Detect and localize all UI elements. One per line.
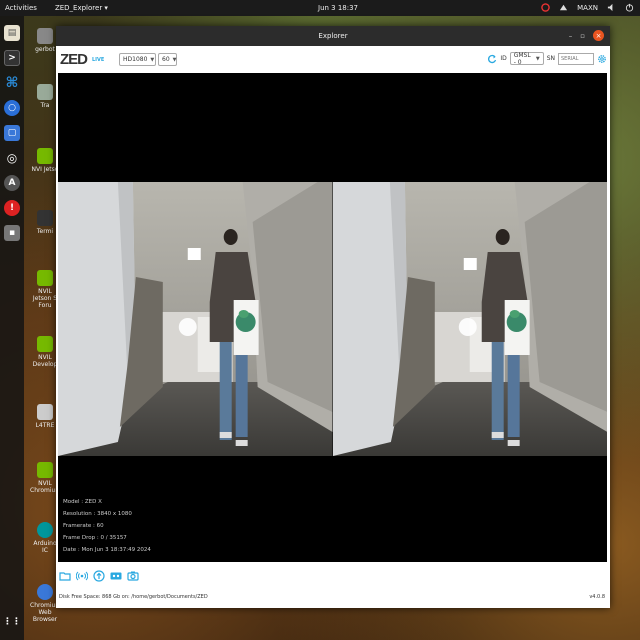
- system-tray: MAXN: [541, 2, 634, 14]
- folder-icon[interactable]: [59, 570, 71, 582]
- camera-id-select[interactable]: GMSL - 0 ▼: [509, 51, 544, 66]
- zed-logo: ZED: [60, 51, 88, 68]
- desktop-icon-label: Termi: [36, 228, 54, 235]
- info-model: Model : ZED X: [63, 499, 102, 505]
- resolution-value: HD1080: [123, 56, 148, 63]
- nvidia-icon[interactable]: [541, 2, 550, 14]
- left-camera-image: [58, 182, 333, 456]
- window-title: Explorer: [318, 32, 348, 40]
- refresh-icon[interactable]: [487, 54, 497, 64]
- dock: ▤ > ⌘ ○ ▢ ◎ A ! ▪ ⋮⋮: [0, 16, 24, 640]
- serial-number-input[interactable]: [558, 52, 594, 65]
- terminal-icon[interactable]: >: [4, 50, 20, 66]
- chevron-down-icon: ▼: [150, 56, 155, 63]
- info-date: Date : Mon Jun 3 18:37:49 2024: [63, 547, 151, 553]
- record-icon[interactable]: [110, 570, 122, 582]
- info-resolution: Resolution : 3840 x 1080: [63, 511, 132, 517]
- maximize-button[interactable]: ▫: [580, 32, 585, 40]
- version-label: v4.0.8: [589, 594, 605, 600]
- window-controls: – ▫ ×: [569, 30, 604, 41]
- screenshot-icon[interactable]: ▢: [4, 125, 20, 141]
- chromium-icon[interactable]: ○: [4, 100, 20, 116]
- broadcast-icon[interactable]: [76, 570, 88, 582]
- id-label: ID: [500, 55, 507, 62]
- power-icon[interactable]: [625, 3, 634, 14]
- gear-icon[interactable]: [597, 54, 607, 64]
- desktop-icon-label: Arduino IC: [33, 540, 57, 554]
- error-report-icon[interactable]: !: [4, 200, 20, 216]
- power-mode-label[interactable]: MAXN: [577, 4, 598, 12]
- network-icon[interactable]: [559, 3, 568, 14]
- chevron-down-icon: ▼: [172, 56, 177, 63]
- resolution-select[interactable]: HD1080 ▼: [119, 53, 156, 66]
- window-titlebar[interactable]: Explorer – ▫ ×: [56, 26, 610, 46]
- desktop-icon-label: gerbot: [35, 46, 55, 53]
- right-camera-image: [332, 182, 607, 456]
- desktop-icon-label: L4TRE: [35, 422, 55, 429]
- close-button[interactable]: ×: [593, 30, 604, 41]
- fps-select[interactable]: 60 ▼: [158, 53, 177, 66]
- snapshot-icon[interactable]: [127, 570, 139, 582]
- camera-selector: ID GMSL - 0 ▼ SN: [487, 51, 607, 66]
- toolbar: ZED LIVE HD1080 ▼ 60 ▼ ID GMSL - 0 ▼ SN: [56, 46, 610, 73]
- fps-value: 60: [162, 56, 170, 63]
- show-apps-icon[interactable]: ⋮⋮: [3, 614, 21, 630]
- info-framerate: Framerate : 60: [63, 523, 104, 529]
- stereo-view: [58, 182, 607, 456]
- volume-icon[interactable]: [607, 3, 616, 14]
- chevron-down-icon: ▼: [535, 55, 540, 62]
- system-top-bar: Activities ZED_Explorer ▾ Jun 3 18:37 MA…: [0, 0, 640, 16]
- live-badge: LIVE: [92, 56, 105, 63]
- clock[interactable]: Jun 3 18:37: [318, 4, 358, 12]
- app-menu[interactable]: ZED_Explorer ▾: [55, 4, 108, 12]
- zed-explorer-window: Explorer – ▫ × ZED LIVE HD1080 ▼ 60 ▼ ID…: [56, 26, 610, 608]
- obs-icon[interactable]: ◎: [4, 150, 20, 166]
- minimize-button[interactable]: –: [569, 32, 573, 40]
- camera-id-value: GMSL - 0: [513, 51, 531, 66]
- vscode-icon[interactable]: ⌘: [4, 75, 20, 91]
- tool-buttons: [59, 570, 139, 582]
- desktop-icon-label: NVI Jetso: [31, 166, 59, 173]
- info-frame-drop: Frame Drop : 0 / 35157: [63, 535, 127, 541]
- sn-label: SN: [546, 55, 555, 62]
- bottom-toolbar: Disk Free Space: 868 Gb on: /home/gerbot…: [56, 566, 610, 608]
- files-icon[interactable]: ▤: [4, 25, 20, 41]
- desktop-icon-label: NVIL Jetson S Foru: [32, 288, 58, 309]
- software-updater-icon[interactable]: A: [4, 175, 20, 191]
- disk-free-space: Disk Free Space: 868 Gb on: /home/gerbot…: [59, 594, 208, 600]
- camera-info-overlay: Model : ZED X Resolution : 3840 x 1080 F…: [63, 496, 151, 556]
- zed-explorer-icon[interactable]: ▪: [4, 225, 20, 241]
- desktop-icon-label: NVIL Develop: [32, 354, 58, 368]
- video-viewport[interactable]: Model : ZED X Resolution : 3840 x 1080 F…: [58, 73, 607, 562]
- activities-button[interactable]: Activities: [5, 4, 37, 12]
- upload-icon[interactable]: [93, 570, 105, 582]
- desktop-icon-label: Tra: [40, 102, 50, 109]
